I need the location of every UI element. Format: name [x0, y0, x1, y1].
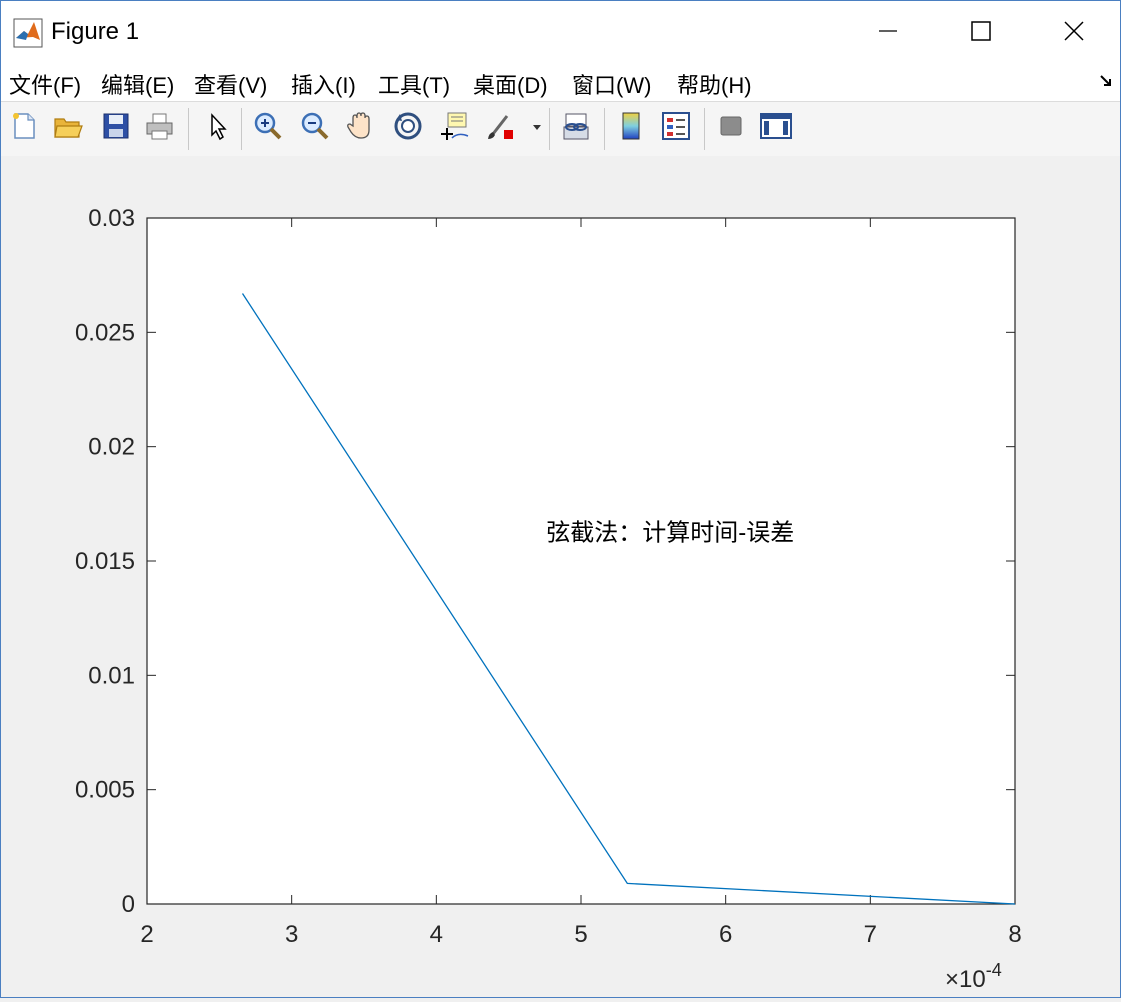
toolbar-separator [704, 108, 705, 150]
insert-legend-button[interactable] [660, 111, 692, 145]
x-tick-label: 2 [140, 921, 153, 948]
show-plot-tools-button[interactable] [758, 111, 794, 145]
x-tick-label: 7 [864, 921, 877, 948]
menu-help[interactable]: 帮助(H) [677, 68, 752, 100]
figure-window: Figure 1 文件(F) 编辑(E) 查看(V) 插入(I) 工具(T) 桌… [0, 0, 1121, 998]
minimize-button[interactable] [858, 13, 918, 53]
data-cursor-button[interactable] [438, 111, 470, 145]
menu-bar: 文件(F) 编辑(E) 查看(V) 插入(I) 工具(T) 桌面(D) 窗口(W… [1, 63, 1120, 101]
menu-file[interactable]: 文件(F) [9, 68, 81, 100]
new-figure-button[interactable] [8, 111, 40, 145]
x-tick-label: 6 [719, 921, 732, 948]
y-tick-label: 0.02 [88, 434, 135, 461]
title-bar[interactable]: Figure 1 [1, 1, 1120, 63]
print-icon [144, 111, 176, 146]
legend-icon [660, 110, 692, 147]
menu-view[interactable]: 查看(V) [194, 68, 267, 100]
menu-edit[interactable]: 编辑(E) [101, 68, 174, 100]
x-tick-label: 3 [285, 921, 298, 948]
maximize-icon [970, 20, 992, 47]
x-tick-label: 5 [574, 921, 587, 948]
y-tick-label: 0.025 [75, 319, 135, 346]
rotate-3d-button[interactable] [392, 111, 424, 145]
toolbar-separator [604, 108, 605, 150]
y-tick-label: 0.03 [88, 205, 135, 232]
open-folder-icon [52, 111, 84, 146]
insert-colorbar-button[interactable] [615, 111, 647, 145]
hide-plot-tools-button[interactable] [715, 111, 747, 145]
toolbar [1, 101, 1120, 157]
pointer-icon [205, 111, 229, 146]
rotate-3d-icon [392, 110, 424, 147]
zoom-out-button[interactable] [299, 111, 331, 145]
line-chart[interactable]: 2 3 4 5 6 7 8 0 0.005 0.01 0.015 0.02 0.025 0.03 ×10-4… [1, 156, 1120, 997]
print-button[interactable] [144, 111, 176, 145]
window-title: Figure 1 [51, 18, 140, 45]
link-plot-icon [560, 110, 592, 147]
colorbar-icon [619, 110, 643, 147]
y-tick-label: 0.015 [75, 548, 135, 575]
data-cursor-icon [438, 110, 470, 147]
zoom-in-icon [252, 110, 284, 147]
brush-icon [485, 110, 517, 147]
x-exponent-label: ×10-4 [945, 960, 1002, 993]
link-plot-button[interactable] [560, 111, 592, 145]
save-icon [101, 111, 131, 146]
figure-area: 2 3 4 5 6 7 8 0 0.005 0.01 0.015 0.02 0.025 0.03 ×10-4… [1, 156, 1120, 997]
close-button[interactable] [1044, 13, 1104, 53]
chevron-down-icon [531, 119, 543, 137]
menu-desktop[interactable]: 桌面(D) [473, 68, 548, 100]
menu-window[interactable]: 窗口(W) [572, 68, 651, 100]
menu-insert[interactable]: 插入(I) [291, 68, 356, 100]
maximize-button[interactable] [951, 13, 1011, 53]
brush-button[interactable] [485, 111, 517, 145]
minimize-icon [878, 21, 898, 46]
new-file-icon [9, 111, 39, 146]
menu-tools[interactable]: 工具(T) [378, 68, 450, 100]
toolbar-separator [241, 108, 242, 150]
brush-dropdown-button[interactable] [527, 111, 547, 145]
show-plot-tools-icon [759, 111, 793, 146]
close-icon [1063, 20, 1085, 47]
edit-plot-button[interactable] [201, 111, 233, 145]
plot-axes-box[interactable] [146, 217, 1016, 905]
y-tick-label: 0.01 [88, 662, 135, 689]
zoom-in-button[interactable] [252, 111, 284, 145]
hide-plot-tools-icon [717, 112, 745, 145]
toolbar-separator [549, 108, 550, 150]
open-file-button[interactable] [52, 111, 84, 145]
pan-hand-icon [345, 110, 377, 147]
matlab-logo-icon [13, 18, 43, 48]
zoom-out-icon [299, 110, 331, 147]
y-tick-label: 0.005 [75, 777, 135, 804]
y-tick-label: 0 [122, 891, 135, 918]
pan-button[interactable] [345, 111, 377, 145]
x-tick-label: 8 [1008, 921, 1021, 948]
toolbar-separator [188, 108, 189, 150]
chart-annotation: 弦截法：计算时间-误差 [546, 519, 794, 546]
save-button[interactable] [100, 111, 132, 145]
x-tick-label: 4 [430, 921, 443, 948]
dock-arrow-icon[interactable] [1098, 73, 1114, 94]
